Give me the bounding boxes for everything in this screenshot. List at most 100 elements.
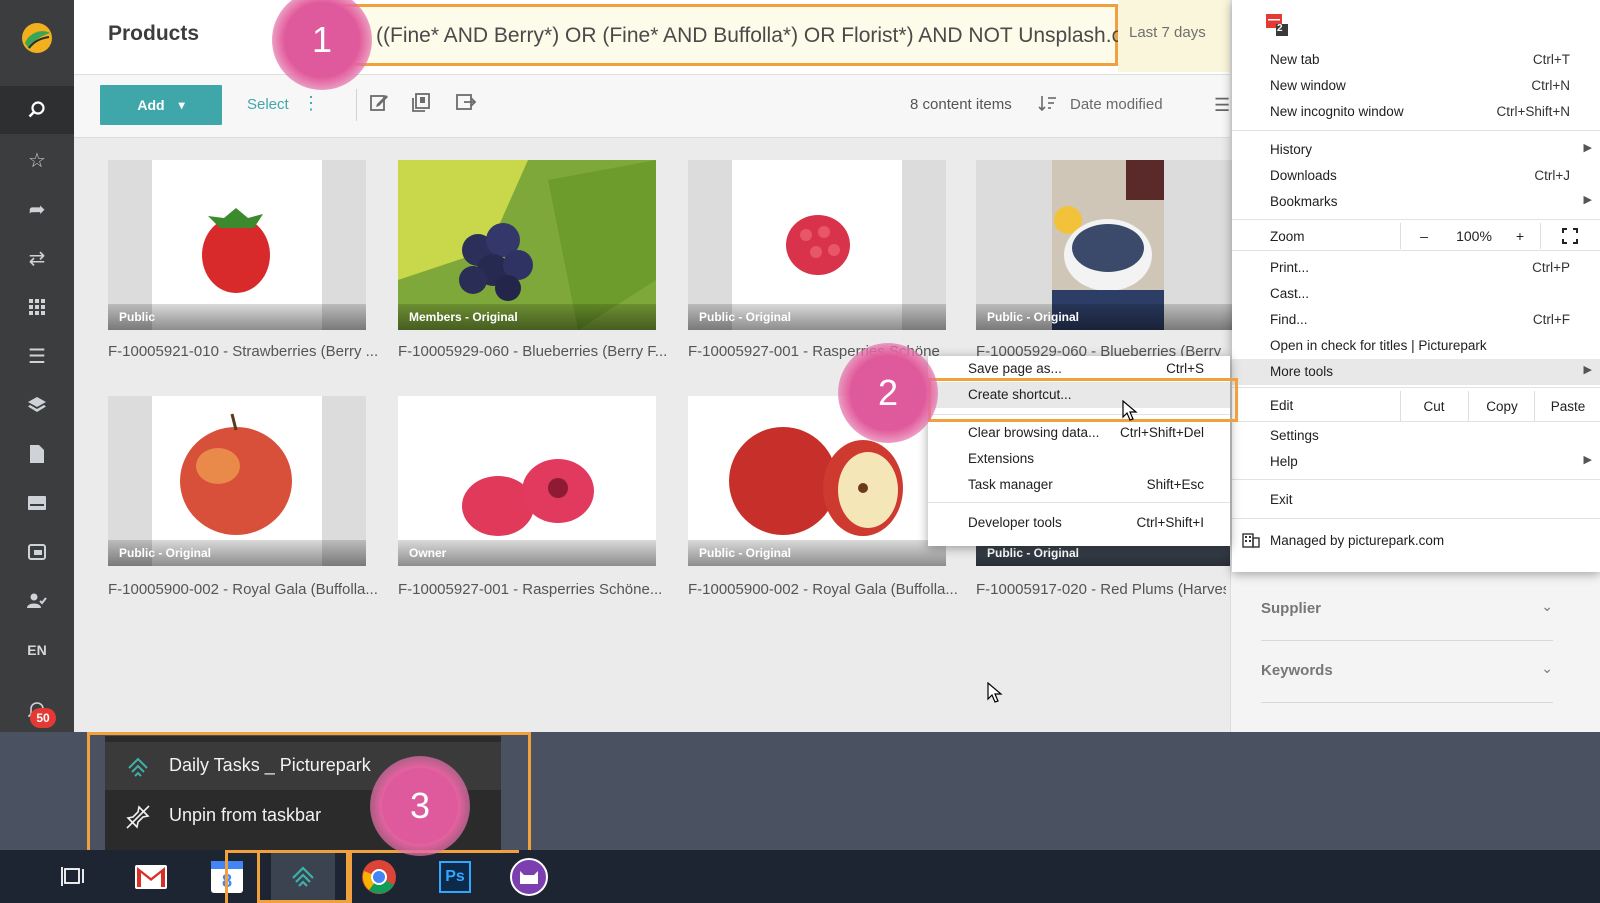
- menu-print[interactable]: Print... Ctrl+P: [1232, 255, 1600, 281]
- content-item-title[interactable]: F-10005927-001 - Rasperries Schöne...: [398, 581, 668, 598]
- content-count: 8 content items: [910, 96, 1012, 113]
- facet-label: Keywords: [1261, 662, 1333, 679]
- left-sidebar: ☆ ➦ ⇄ ☰ EN 50: [0, 0, 74, 732]
- sort-dropdown[interactable]: Date modified: [1070, 96, 1163, 113]
- menu-managed-by[interactable]: Managed by picturepark.com: [1232, 528, 1600, 554]
- menu-task-manager[interactable]: Task manager Shift+Esc: [928, 472, 1230, 498]
- taskbar-highlight-edge: [225, 850, 257, 853]
- menu-clear-browsing-data[interactable]: Clear browsing data... Ctrl+Shift+Del: [928, 420, 1230, 446]
- language-switch[interactable]: EN: [0, 626, 74, 674]
- layers-icon[interactable]: [0, 381, 74, 429]
- menu-cast[interactable]: Cast...: [1232, 281, 1600, 307]
- cut-button[interactable]: Cut: [1402, 391, 1466, 421]
- content-item-title[interactable]: F-10005900-002 - Royal Gala (Buffolla...: [688, 581, 958, 598]
- visibility-badge: Members - Original: [398, 304, 656, 330]
- building-icon: [1242, 532, 1260, 551]
- submenu-arrow-icon: ▶: [1583, 142, 1592, 154]
- mouse-pointer-icon: [1122, 399, 1138, 427]
- taskbar-highlight-edge: [349, 850, 352, 903]
- menu-new-incognito[interactable]: New incognito window Ctrl+Shift+N: [1232, 99, 1600, 125]
- menu-zoom: Zoom – 100% +: [1232, 223, 1600, 249]
- menu-edit: Edit Cut Copy Paste: [1232, 391, 1600, 421]
- user-check-icon[interactable]: [0, 577, 74, 625]
- step-marker-3: 3: [370, 756, 470, 856]
- zoom-in-button[interactable]: +: [1502, 223, 1538, 249]
- grid-apps-icon[interactable]: [0, 283, 74, 331]
- page-title: Products: [108, 22, 200, 45]
- photoshop-label: Ps: [439, 861, 471, 893]
- submenu-arrow-icon: ▶: [1583, 364, 1592, 376]
- gmail-icon[interactable]: [122, 852, 180, 902]
- notification-badge: 50: [30, 708, 56, 728]
- search-nav-icon[interactable]: [0, 86, 74, 134]
- menu-help[interactable]: Help ▶: [1232, 449, 1600, 475]
- share-icon[interactable]: ➦: [0, 185, 74, 233]
- edit-icon[interactable]: [368, 91, 394, 117]
- view-mode-icon[interactable]: ☰: [1214, 95, 1230, 116]
- taskbar-highlight-edge: [225, 850, 228, 903]
- toolbar-divider: [356, 89, 357, 121]
- chrome-icon[interactable]: [350, 852, 408, 902]
- taskbar: 8 Ps: [0, 850, 1600, 903]
- copy-button[interactable]: Copy: [1470, 391, 1534, 421]
- search-query-text[interactable]: ((Fine* AND Berry*) OR (Fine* AND Buffol…: [376, 24, 1151, 48]
- transfer-icon[interactable]: ⇄: [0, 234, 74, 282]
- visibility-badge: Public: [108, 304, 366, 330]
- fullscreen-icon[interactable]: [1544, 223, 1596, 249]
- task-view-icon[interactable]: [44, 852, 102, 902]
- menu-settings[interactable]: Settings: [1232, 423, 1600, 449]
- menu-divider: [1232, 479, 1600, 480]
- content-item-title[interactable]: F-10005900-002 - Royal Gala (Buffolla...: [108, 581, 378, 598]
- copy-batch-icon[interactable]: [410, 91, 436, 117]
- chevron-down-icon: ▾: [178, 98, 185, 112]
- star-icon[interactable]: ☆: [0, 136, 74, 184]
- content-item-title[interactable]: F-10005921-010 - Strawberries (Berry ...: [108, 343, 378, 360]
- app-cat-icon[interactable]: [500, 852, 558, 902]
- photoshop-icon[interactable]: Ps: [426, 852, 484, 902]
- select-button[interactable]: Select: [247, 96, 289, 113]
- content-item-thumbnail[interactable]: Members - Original: [398, 160, 656, 330]
- menu-exit[interactable]: Exit: [1232, 487, 1600, 513]
- menu-open-in-app[interactable]: Open in check for titles | Picturepark: [1232, 333, 1600, 359]
- export-icon[interactable]: [454, 91, 480, 117]
- facet-keywords[interactable]: Keywords ⌄: [1261, 640, 1553, 703]
- content-item-title[interactable]: F-10005929-060 - Blueberries (Berry F...: [398, 343, 668, 360]
- picturepark-logo[interactable]: [0, 0, 74, 76]
- menu-new-tab[interactable]: New tab Ctrl+T: [1232, 47, 1600, 73]
- filter-panel: Supplier ⌄ Keywords ⌄: [1230, 560, 1600, 732]
- date-filter-chip[interactable]: Last 7 days: [1129, 24, 1206, 41]
- facet-supplier[interactable]: Supplier ⌄: [1261, 578, 1553, 641]
- calendar-extension-icon[interactable]: 2: [1264, 12, 1290, 36]
- toolbar: Add ▾ Select ⋮ 8 content items Date modi…: [74, 75, 1230, 138]
- logo-icon: [22, 23, 52, 53]
- menu-more-tools[interactable]: More tools ▶: [1232, 359, 1600, 385]
- step-marker-2: 2: [838, 343, 938, 443]
- card-icon[interactable]: [0, 479, 74, 527]
- list-icon[interactable]: ☰: [0, 332, 74, 380]
- menu-new-window[interactable]: New window Ctrl+N: [1232, 73, 1600, 99]
- menu-downloads[interactable]: Downloads Ctrl+J: [1232, 163, 1600, 189]
- content-item-thumbnail[interactable]: Public - Original: [688, 160, 946, 330]
- inbox-icon[interactable]: [0, 528, 74, 576]
- menu-divider: [928, 502, 1230, 503]
- more-vert-icon[interactable]: ⋮: [302, 93, 320, 114]
- paste-button[interactable]: Paste: [1536, 391, 1600, 421]
- chevron-down-icon: ⌄: [1541, 598, 1553, 614]
- menu-bookmarks[interactable]: Bookmarks ▶: [1232, 189, 1600, 215]
- submenu-arrow-icon: ▶: [1583, 194, 1592, 206]
- content-item-thumbnail[interactable]: Public: [108, 160, 366, 330]
- add-button[interactable]: Add ▾: [100, 85, 222, 125]
- menu-history[interactable]: History ▶: [1232, 137, 1600, 163]
- document-icon[interactable]: [0, 430, 74, 478]
- sort-icon[interactable]: [1038, 93, 1058, 113]
- menu-divider: [1232, 518, 1600, 519]
- content-item-thumbnail[interactable]: Owner: [398, 396, 656, 566]
- menu-find[interactable]: Find... Ctrl+F: [1232, 307, 1600, 333]
- menu-extensions[interactable]: Extensions: [928, 446, 1230, 472]
- content-item-thumbnail[interactable]: Public - Original: [976, 160, 1234, 330]
- chevron-down-icon: ⌄: [1541, 660, 1553, 676]
- content-item-thumbnail[interactable]: Public - Original: [108, 396, 366, 566]
- content-item-title[interactable]: F-10005917-020 - Red Plums (Harves...: [976, 581, 1226, 598]
- zoom-out-button[interactable]: –: [1402, 223, 1446, 249]
- menu-developer-tools[interactable]: Developer tools Ctrl+Shift+I: [928, 510, 1230, 536]
